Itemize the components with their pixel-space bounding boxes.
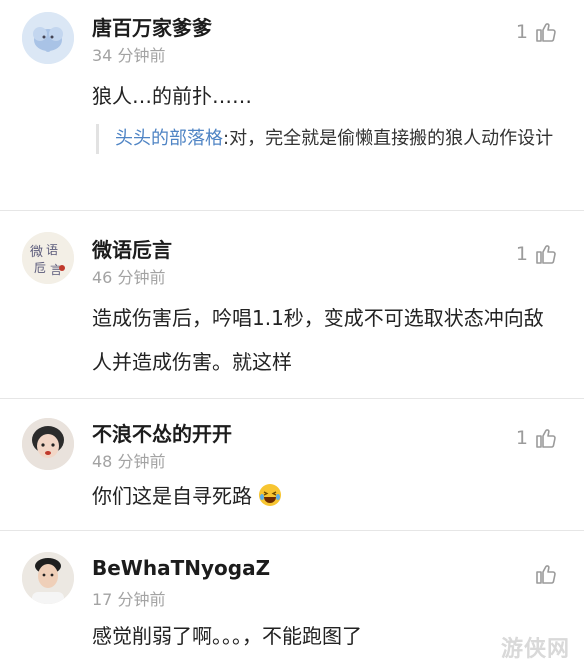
quoted-reply: 头头的部落格:对，完全就是偷懒直接搬的狼人动作设计 — [96, 124, 566, 154]
username[interactable]: BeWhaTNyogaZ — [92, 556, 270, 580]
like-button[interactable]: 1 — [516, 242, 558, 266]
username[interactable]: 唐百万家爹爹 — [92, 12, 212, 41]
timestamp: 17 分钟前 — [92, 590, 166, 609]
svg-text:语: 语 — [46, 243, 58, 257]
divider — [0, 530, 584, 531]
like-button[interactable]: 1 — [516, 20, 558, 44]
comment-text: 感觉削弱了啊。。。，不能跑图了 — [92, 624, 362, 648]
laughing-tears-emoji-icon — [259, 484, 282, 506]
thumbs-up-icon — [536, 23, 556, 42]
like-button[interactable] — [528, 562, 558, 586]
avatar[interactable] — [22, 12, 74, 64]
thumbs-up-icon — [536, 565, 556, 584]
watermark: 游侠网 — [500, 637, 570, 662]
like-button[interactable]: 1 — [516, 426, 558, 450]
reply-text: :对，完全就是偷懒直接搬的狼人动作设计 — [223, 128, 554, 149]
elephant-avatar-icon — [22, 12, 74, 64]
username[interactable]: 不浪不怂的开开 — [92, 418, 232, 447]
like-count: 1 — [515, 243, 528, 265]
person-avatar-icon — [22, 552, 74, 604]
like-count: 1 — [515, 427, 528, 449]
avatar[interactable] — [22, 418, 74, 470]
timestamp: 34 分钟前 — [92, 46, 166, 65]
reply-author[interactable]: 头头的部落格 — [115, 128, 223, 149]
divider — [0, 210, 584, 211]
calligraphy-avatar-icon: 微 语 卮 言 — [22, 232, 74, 284]
like-count: 1 — [515, 21, 528, 43]
svg-text:微: 微 — [30, 245, 43, 260]
thumbs-up-icon — [536, 245, 556, 264]
divider — [0, 398, 584, 399]
timestamp: 48 分钟前 — [92, 452, 166, 471]
comment-text: 狼人…的前扑…… — [92, 84, 252, 108]
avatar[interactable]: 微 语 卮 言 — [22, 232, 74, 284]
timestamp: 46 分钟前 — [92, 268, 166, 287]
thumbs-up-icon — [536, 429, 556, 448]
comment-text: 造成伤害后，吟唱1.1秒，变成不可选取状态冲向敌人并造成伤害。就这样 — [92, 306, 544, 374]
username[interactable]: 微语卮言 — [92, 234, 172, 263]
comment-text: 你们这是自寻死路 — [92, 478, 562, 514]
comment-text-body: 你们这是自寻死路 — [92, 484, 252, 508]
avatar[interactable] — [22, 552, 74, 604]
comment-feed: 唐百万家爹爹 34 分钟前 1 狼人…的前扑…… 头头的部落格:对，完全就是偷懒… — [0, 0, 584, 669]
person-avatar-icon — [22, 418, 74, 470]
svg-text:卮: 卮 — [34, 261, 46, 275]
